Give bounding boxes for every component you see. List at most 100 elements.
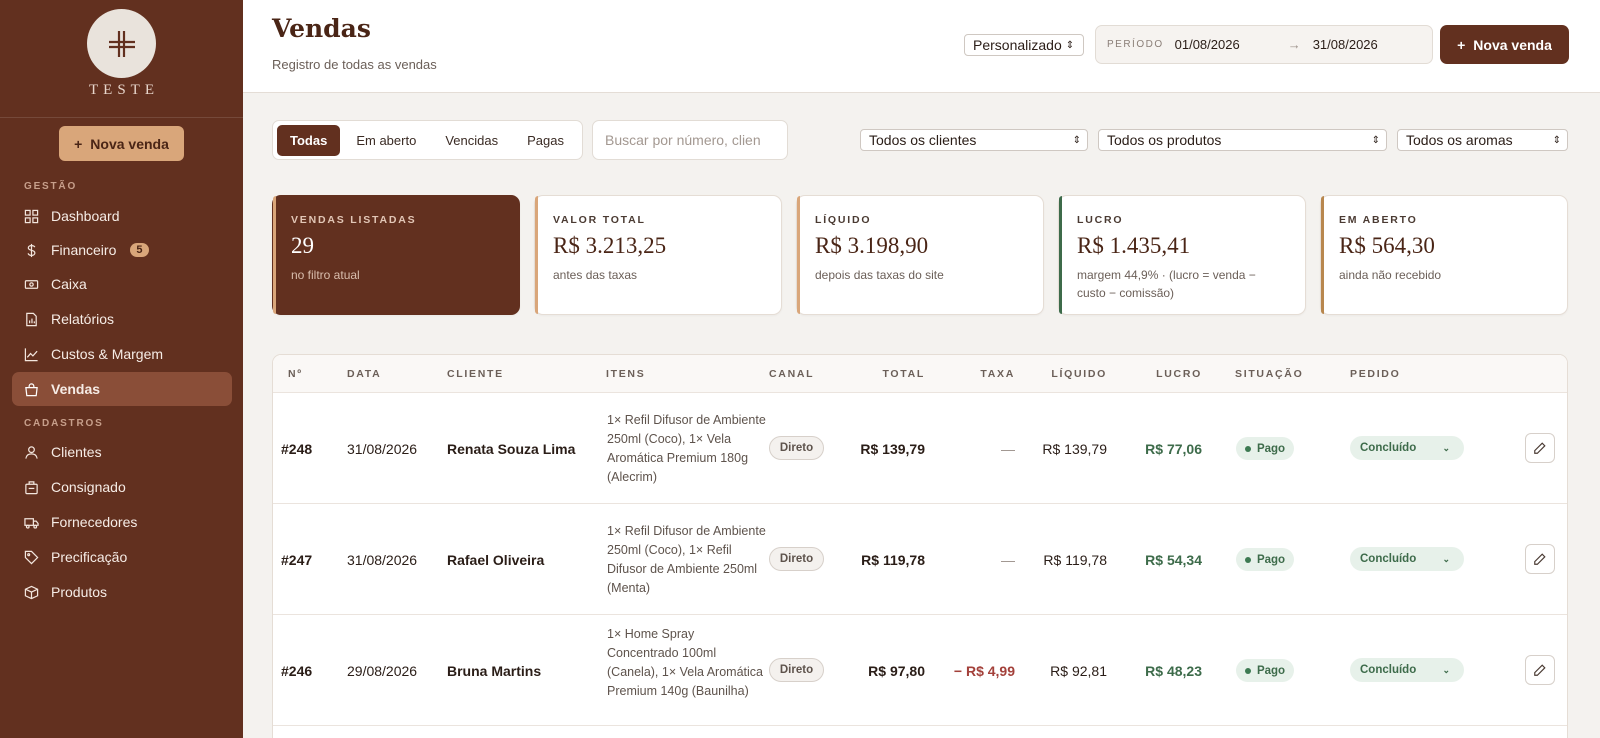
edit-button[interactable]: [1525, 655, 1555, 685]
card-accent: [797, 196, 800, 314]
channel-chip: Direto: [769, 658, 824, 682]
tab-pagas[interactable]: Pagas: [514, 125, 577, 156]
sidebar-item-precificacao[interactable]: Precificação: [12, 540, 232, 574]
sale-items: 1× Home Spray Concentrado 100ml (Canela)…: [607, 625, 767, 701]
stat-value: R$ 3.213,25: [553, 233, 667, 258]
stat-sub: antes das taxas: [553, 268, 638, 282]
sale-total: R$ 119,78: [861, 552, 925, 568]
col-pedido: PEDIDO: [1350, 368, 1401, 380]
sale-total: R$ 139,79: [860, 441, 925, 457]
channel-chip: Direto: [769, 436, 824, 460]
sale-profit: R$ 77,06: [1145, 441, 1202, 457]
sale-net: R$ 119,78: [1043, 552, 1107, 568]
stat-sub: depois das taxas do site: [815, 268, 944, 282]
sales-table: Nº DATA CLIENTE ITENS CANAL TOTAL TAXA L…: [272, 354, 1568, 738]
stat-sub: margem 44,9% · (lucro = venda − custo − …: [1077, 268, 1256, 300]
stat-label: LUCRO: [1077, 214, 1124, 226]
updown-chevron-icon: ⇕: [1072, 134, 1081, 146]
client-filter-select[interactable]: Todos os clientes ⇕: [860, 129, 1088, 151]
tab-em-aberto[interactable]: Em aberto: [343, 125, 429, 156]
status-label: Pago: [1256, 664, 1286, 677]
status-tabs: Todas Em aberto Vencidas Pagas: [272, 120, 583, 160]
sidebar-new-sale-label: Nova venda: [90, 135, 169, 152]
sidebar-item-vendas[interactable]: Vendas: [12, 372, 232, 406]
col-itens: ITENS: [606, 368, 646, 380]
sidebar-item-relatorios[interactable]: Relatórios: [12, 302, 232, 336]
stat-value: 29: [291, 233, 314, 258]
order-status-select[interactable]: Concluído ⌄: [1350, 658, 1464, 682]
date-from-input[interactable]: 01/08/2026: [1175, 37, 1240, 52]
product-filter-value: Todos os produtos: [1107, 132, 1222, 148]
order-status-select[interactable]: Concluído ⌄: [1350, 436, 1464, 460]
sidebar-item-label: Consignado: [51, 479, 126, 495]
stat-sub: ainda não recebido: [1339, 268, 1442, 282]
sale-fee: —: [1001, 441, 1015, 457]
sidebar-item-consignado[interactable]: Consignado: [12, 470, 232, 504]
stat-value: R$ 3.198,90: [815, 233, 929, 258]
sidebar-item-label: Vendas: [51, 381, 101, 397]
sidebar-item-dashboard[interactable]: Dashboard: [12, 199, 232, 233]
edit-button[interactable]: [1525, 544, 1555, 574]
user-icon: [25, 445, 38, 459]
truck-icon: [24, 517, 39, 529]
status-badge: Pago: [1236, 548, 1294, 571]
period-label: PERÍODO: [1107, 39, 1164, 50]
logo-mark-icon: [87, 9, 156, 78]
stat-value: R$ 1.435,41: [1077, 233, 1191, 258]
col-lucro: LUCRO: [1156, 368, 1202, 380]
aroma-filter-value: Todos os aromas: [1406, 132, 1513, 148]
sidebar-item-label: Dashboard: [51, 208, 120, 224]
sidebar-item-financeiro[interactable]: Financeiro 5: [12, 233, 232, 267]
stat-card-vendas-listadas: VENDAS LISTADAS 29 no filtro atual: [272, 195, 520, 315]
order-status-value: Concluído: [1360, 664, 1417, 676]
order-status-value: Concluído: [1360, 442, 1417, 454]
sidebar-item-produtos[interactable]: Produtos: [12, 575, 232, 609]
tab-vencidas[interactable]: Vencidas: [432, 125, 511, 156]
status-label: Pago: [1256, 553, 1286, 566]
table-row[interactable]: #248 31/08/2026 Renata Souza Lima 1× Ref…: [273, 393, 1567, 504]
updown-chevron-icon: ⇕: [1371, 134, 1380, 146]
col-taxa: TAXA: [980, 368, 1015, 380]
col-canal: CANAL: [769, 368, 815, 380]
sale-total: R$ 97,80: [868, 663, 925, 679]
brand-logo[interactable]: TESTE: [0, 0, 243, 118]
sidebar-item-fornecedores[interactable]: Fornecedores: [12, 505, 232, 539]
sidebar-item-clientes[interactable]: Clientes: [12, 435, 232, 469]
sidebar-item-custos-margem[interactable]: Custos & Margem: [12, 337, 232, 371]
table-row[interactable]: #246 29/08/2026 Bruna Martins 1× Home Sp…: [273, 615, 1567, 726]
tab-todas[interactable]: Todas: [277, 124, 341, 156]
date-to-input[interactable]: 31/08/2026: [1313, 37, 1378, 52]
stat-card-valor-total: VALOR TOTAL R$ 3.213,25 antes das taxas: [534, 195, 782, 315]
edit-button[interactable]: [1525, 433, 1555, 463]
col-data: DATA: [347, 368, 382, 380]
status-dot-icon: [1244, 445, 1251, 452]
col-total: TOTAL: [882, 368, 925, 380]
search-input[interactable]: Buscar por número, clien: [592, 120, 788, 160]
product-filter-select[interactable]: Todos os produtos ⇕: [1098, 129, 1387, 151]
new-sale-button[interactable]: + Nova venda: [1440, 25, 1569, 64]
stat-sub: no filtro atual: [291, 268, 360, 282]
card-accent: [1059, 196, 1062, 314]
stat-card-em-aberto: EM ABERTO R$ 564,30 ainda não recebido: [1320, 195, 1568, 315]
chart-line-icon: [24, 347, 38, 361]
brand-name: TESTE: [89, 82, 159, 98]
updown-chevron-icon: ⇕: [1552, 134, 1561, 146]
period-preset-select[interactable]: Personalizado ⇕: [964, 34, 1084, 56]
client-filter-value: Todos os clientes: [869, 132, 977, 148]
pencil-icon: [1534, 553, 1546, 565]
aroma-filter-select[interactable]: Todos os aromas ⇕: [1397, 129, 1568, 151]
status-dot-icon: [1244, 667, 1251, 674]
chevron-down-icon: ⌄: [1442, 553, 1450, 564]
arrow-right-icon: →: [1287, 37, 1301, 52]
order-status-select[interactable]: Concluído ⌄: [1350, 547, 1464, 571]
sidebar-section-cadastros: CADASTROS: [24, 418, 104, 429]
sale-fee: —: [1001, 552, 1015, 568]
sale-net: R$ 139,79: [1042, 441, 1107, 457]
sidebar-new-sale-button[interactable]: + Nova venda: [59, 126, 184, 161]
sale-profit: R$ 48,23: [1145, 663, 1202, 679]
pencil-icon: [1534, 664, 1546, 676]
sidebar-item-caixa[interactable]: Caixa: [12, 267, 232, 301]
table-row[interactable]: #247 31/08/2026 Rafael Oliveira 1× Refil…: [273, 504, 1567, 615]
dollar-icon: [27, 243, 36, 257]
sidebar-item-label: Clientes: [51, 444, 102, 460]
